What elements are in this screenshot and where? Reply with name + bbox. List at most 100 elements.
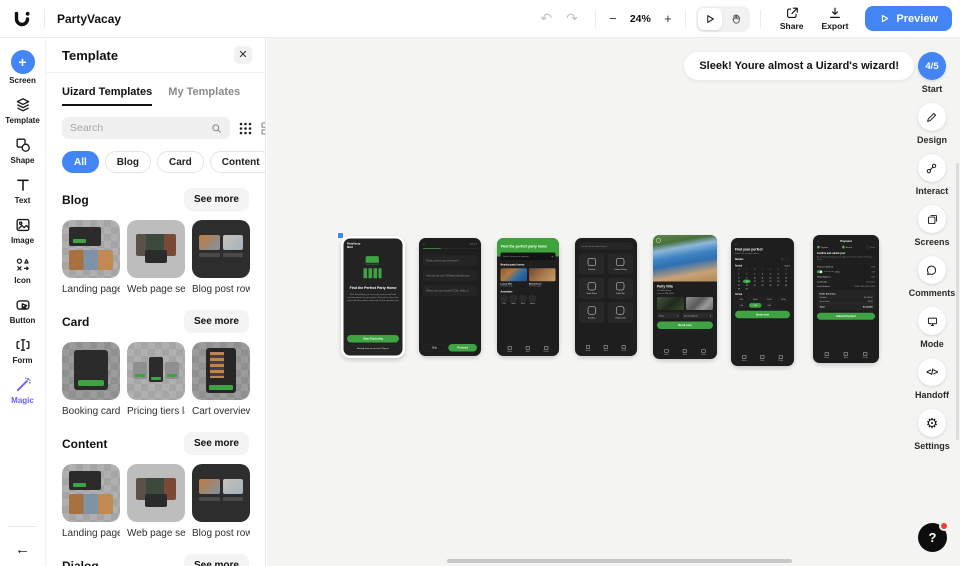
template-item[interactable]: Cart overview ... [192, 342, 250, 417]
filter-chip-card[interactable]: Card [157, 151, 204, 173]
redo-icon[interactable]: ↷ [559, 10, 585, 27]
template-item[interactable]: Blog post row [192, 464, 250, 539]
tab-uizard-templates[interactable]: Uizard Templates [62, 86, 153, 106]
toolbar-item-button[interactable]: Button [0, 296, 45, 325]
help-button[interactable]: ? [918, 521, 949, 552]
glyphs-icon [16, 258, 29, 271]
mock-time-chip: 2:00 [749, 303, 762, 308]
see-more-button[interactable]: See more [183, 554, 249, 566]
zoom-out-button[interactable]: − [606, 11, 620, 26]
preview-button[interactable]: Preview [865, 6, 952, 31]
mock-select: Party ▾ [657, 312, 681, 319]
template-item[interactable]: Booking card [62, 342, 120, 417]
mock-nav-item: Profile [544, 346, 549, 353]
canvas-screen-onboarding[interactable]: ← Step 1/3 Firstly, what's your full nam… [419, 238, 481, 356]
mock-time-chip: 9:00 [735, 296, 748, 302]
close-icon[interactable]: ✕ [234, 46, 252, 64]
rail-item-screens[interactable]: Screens [914, 205, 950, 247]
plus-icon: + [10, 50, 35, 74]
mock-category-tile: Outdoor Grill [607, 302, 633, 323]
toolbar-item-form[interactable]: Form [0, 336, 45, 365]
back-icon: ← [735, 242, 738, 246]
divider [759, 9, 761, 28]
toolbar-item-screen[interactable]: + Screen [0, 50, 45, 85]
dense-grid-view-icon[interactable] [239, 122, 252, 135]
export-button[interactable]: Export [821, 6, 848, 31]
see-more-button[interactable]: See more [183, 432, 249, 455]
design-canvas[interactable]: Sleek! Youre almost a Uizard's wizard! P… [267, 38, 960, 566]
toolbar-item-template[interactable]: Template [0, 96, 45, 125]
filter-chip-blog[interactable]: Blog [104, 151, 151, 173]
toolbar-item-magic[interactable]: Magic [0, 376, 45, 405]
template-item[interactable]: Web page sec... [127, 464, 185, 539]
horizontal-scrollbar[interactable] [447, 559, 792, 563]
template-item[interactable]: Pricing tiers la... [127, 342, 185, 417]
hand-mode-icon[interactable] [724, 8, 748, 30]
mock-button: Book now [657, 321, 713, 330]
rail-item-start[interactable]: 4/5 Start [918, 52, 946, 94]
template-thumbnail [127, 342, 185, 400]
template-item[interactable]: Web page sec... [127, 220, 185, 295]
filter-chip-all[interactable]: All [62, 151, 99, 173]
rail-item-interact[interactable]: Interact [916, 154, 948, 196]
rail-item-design[interactable]: Design [917, 103, 947, 145]
mock-day-header: T [746, 268, 748, 271]
template-thumbnail [192, 220, 250, 278]
rail-item-mode[interactable]: Mode [918, 307, 946, 349]
canvas-screen-listing[interactable]: Party Villa 123 Main Street Cancun, MX 1… [653, 235, 717, 359]
template-thumbnail [127, 220, 185, 278]
share-button[interactable]: Share [780, 6, 803, 31]
toolbar-item-image[interactable]: Image [0, 216, 45, 245]
template-thumbnail [192, 464, 250, 522]
mock-category-tile: Coffee Bar [607, 277, 633, 299]
section-title: Blog [62, 192, 89, 207]
search-icon: ⌕ [629, 244, 631, 248]
zoom-in-button[interactable]: + [661, 11, 675, 26]
pencil-icon [927, 112, 937, 122]
canvas-screen-booking[interactable]: ← Find your perfect Search for vacation … [731, 238, 794, 366]
mock-time-chip: 3:00 [763, 303, 776, 308]
search-input[interactable] [70, 122, 205, 134]
toolbar-item-text[interactable]: Text [0, 176, 45, 205]
mock-button: Proceed [448, 344, 477, 352]
magic-wand-icon [16, 377, 31, 392]
zoom-level[interactable]: 24% [630, 13, 651, 25]
canvas-screen-payment[interactable]: ← Payment Payment Review Order Confirm a… [813, 235, 879, 363]
see-more-button[interactable]: See more [183, 310, 249, 333]
tab-my-templates[interactable]: My Templates [168, 86, 240, 106]
template-thumbnail [127, 464, 185, 522]
canvas-screen-welcome[interactable]: PartyVacay Mind Find the Perfect Party H… [337, 232, 405, 358]
mock-amenity-tile: Games [529, 295, 536, 305]
rail-item-settings[interactable]: ⚙ Settings [914, 409, 950, 451]
collapse-back-button[interactable]: ← [15, 541, 30, 558]
plus-icon: + [551, 254, 553, 259]
uizard-logo-icon[interactable] [12, 9, 32, 29]
back-icon: ← [423, 242, 426, 246]
toolbar-item-shape[interactable]: Shape [0, 136, 45, 165]
project-title[interactable]: PartyVacay [57, 12, 121, 26]
toolbar-item-icon[interactable]: Icon [0, 256, 45, 285]
vertical-scrollbar[interactable] [956, 163, 959, 440]
canvas-screen-home[interactable]: Find the perfect party home Search locat… [497, 238, 559, 356]
rail-item-comments[interactable]: Comments [909, 256, 955, 298]
selection-handle[interactable] [337, 232, 344, 239]
mock-calendar-day: 27 [777, 284, 780, 287]
mock-nav-item: Profile [621, 345, 626, 352]
mock-nav-item: Home [664, 349, 669, 356]
template-section-content: Content See more Landing page ... Web pa… [62, 432, 250, 539]
mock-select: Accommodates ▾ [682, 312, 713, 319]
template-item[interactable]: Blog post row [192, 220, 250, 295]
large-grid-view-icon[interactable] [261, 121, 265, 135]
see-more-button[interactable]: See more [183, 188, 249, 211]
select-mode-icon[interactable] [697, 7, 722, 30]
filter-chip-content[interactable]: Content [209, 151, 265, 173]
mock-category-tile: Outdoor Dining [607, 253, 633, 275]
template-thumbnail [62, 464, 120, 522]
mock-nav-item: Profile [701, 349, 706, 356]
template-item[interactable]: Landing page ... [62, 220, 120, 295]
undo-icon[interactable]: ↶ [533, 10, 559, 27]
canvas-screen-categories[interactable]: Search for vacation homes ⌕ Poolside Outd… [575, 238, 637, 356]
divider [8, 526, 37, 527]
rail-item-handoff[interactable]: </> Handoff [915, 358, 949, 400]
template-item[interactable]: Landing page ... [62, 464, 120, 539]
